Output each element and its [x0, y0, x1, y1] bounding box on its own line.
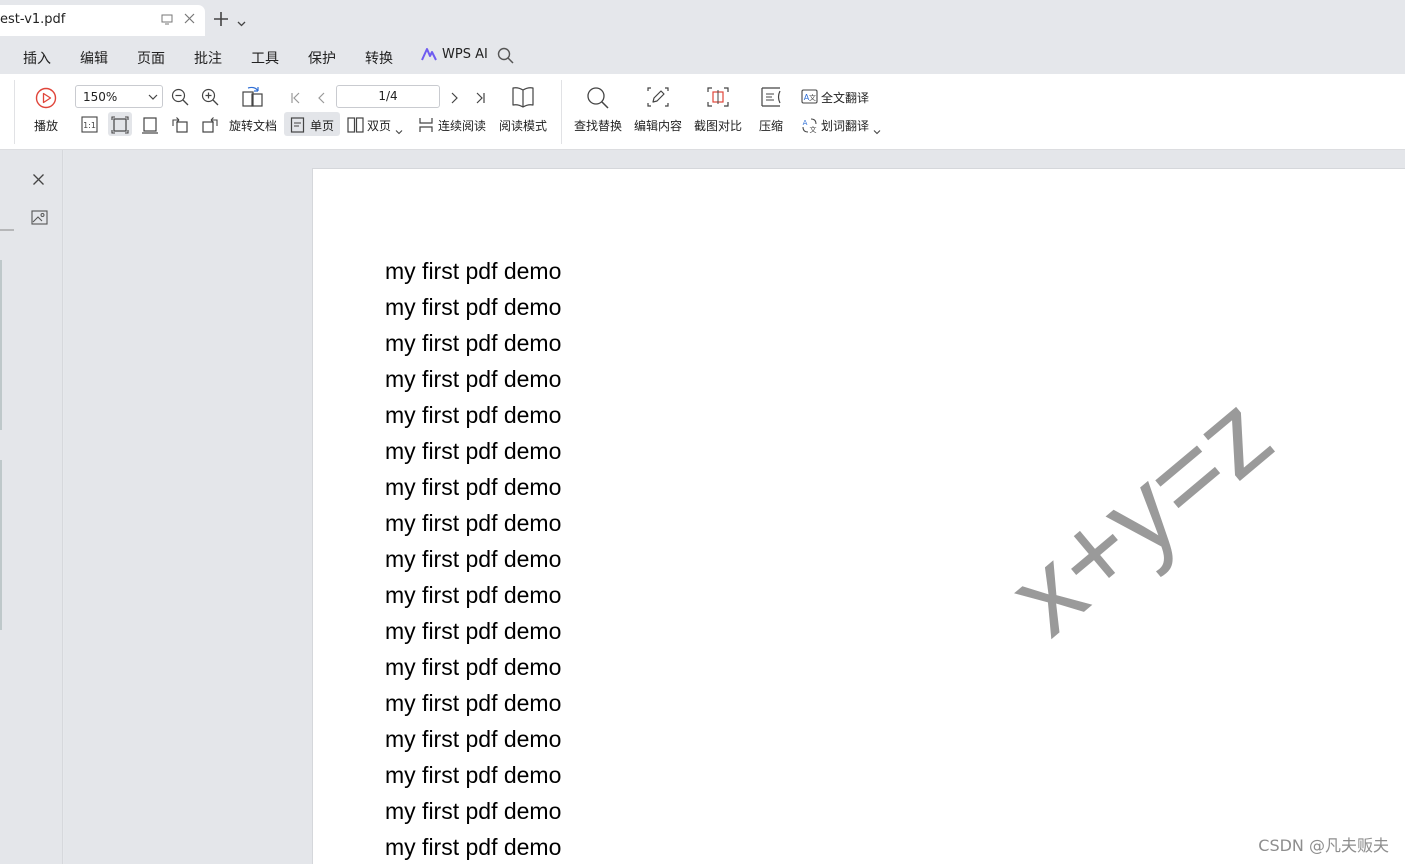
single-page-label[interactable]: 单页: [310, 117, 334, 134]
text-line: my first pdf demo: [385, 366, 562, 392]
text-line: my first pdf demo: [385, 798, 562, 824]
monitor-icon[interactable]: [160, 13, 174, 27]
text-line: my first pdf demo: [385, 474, 562, 500]
text-line: my first pdf demo: [385, 762, 562, 788]
menu-edit[interactable]: 编辑: [80, 48, 108, 68]
svg-text:文: 文: [810, 125, 817, 133]
double-page-icon[interactable]: [347, 117, 364, 137]
menu-insert[interactable]: 插入: [23, 48, 51, 68]
menu-tools[interactable]: 工具: [251, 48, 279, 68]
csdn-credit: CSDN @凡夫贩夫: [1258, 836, 1389, 855]
last-page-icon[interactable]: [473, 90, 487, 109]
continuous-reading-label[interactable]: 连续阅读: [438, 117, 486, 134]
wps-ai-button[interactable]: WPS AI: [421, 47, 488, 62]
single-page-icon[interactable]: [290, 117, 305, 137]
tab-bar: est-v1.pdf: [0, 0, 1405, 40]
text-line: my first pdf demo: [385, 402, 562, 428]
wps-ai-icon: [421, 48, 437, 61]
double-page-label[interactable]: 双页: [367, 117, 391, 134]
rotate-right-icon[interactable]: [201, 116, 219, 138]
text-line: my first pdf demo: [385, 582, 562, 608]
ribbon-separator: [14, 80, 15, 144]
text-line: my first pdf demo: [385, 654, 562, 680]
find-replace-icon[interactable]: [586, 86, 610, 114]
close-panel-icon[interactable]: [32, 171, 45, 190]
text-line: my first pdf demo: [385, 726, 562, 752]
first-page-icon[interactable]: [289, 90, 303, 109]
screenshot-compare-label[interactable]: 截图对比: [694, 117, 742, 134]
ribbon-separator: [561, 80, 562, 144]
zoom-value: 150%: [83, 90, 118, 104]
svg-text:1:1: 1:1: [83, 121, 96, 130]
thumbnail-strip-edge: [0, 460, 2, 634]
wps-ai-label: WPS AI: [442, 47, 488, 62]
menu-protect[interactable]: 保护: [308, 48, 336, 68]
new-tab-icon[interactable]: [213, 10, 229, 30]
find-replace-label[interactable]: 查找替换: [574, 117, 622, 134]
tab-title: est-v1.pdf: [0, 12, 66, 27]
edit-content-label[interactable]: 编辑内容: [634, 117, 682, 134]
ribbon-toolbar: 播放 150% 旋转文档 1:1 1/4 单页 双页 连续阅读 阅读模式 查找替…: [0, 74, 1405, 150]
text-line: my first pdf demo: [385, 258, 562, 284]
document-tab[interactable]: est-v1.pdf: [0, 5, 205, 36]
play-label[interactable]: 播放: [34, 117, 58, 134]
reading-mode-label[interactable]: 阅读模式: [499, 117, 547, 134]
text-line: my first pdf demo: [385, 690, 562, 716]
full-translate-icon[interactable]: A文: [801, 89, 818, 108]
text-line: my first pdf demo: [385, 438, 562, 464]
fit-page-icon[interactable]: [111, 116, 129, 138]
text-line: my first pdf demo: [385, 618, 562, 644]
zoom-out-icon[interactable]: [171, 88, 189, 110]
search-icon[interactable]: [497, 47, 514, 68]
menu-page[interactable]: 页面: [137, 48, 165, 68]
left-side-panel: [0, 150, 63, 864]
fit-width-icon[interactable]: [141, 116, 159, 138]
text-line: my first pdf demo: [385, 294, 562, 320]
menu-bar: 插入 编辑 页面 批注 工具 保护 转换 WPS AI: [0, 40, 1405, 74]
play-icon[interactable]: [35, 87, 57, 113]
zoom-in-icon[interactable]: [201, 88, 219, 110]
rotate-left-icon[interactable]: [171, 116, 189, 138]
page-text: my first pdf demo my first pdf demo my f…: [385, 253, 561, 864]
text-line: my first pdf demo: [385, 834, 562, 860]
page-number-input[interactable]: 1/4: [336, 85, 440, 108]
svg-text:文: 文: [809, 93, 816, 102]
chevron-down-icon[interactable]: [873, 121, 881, 140]
text-line: my first pdf demo: [385, 330, 562, 356]
chevron-down-icon[interactable]: [395, 121, 403, 140]
chevron-down-icon[interactable]: [237, 13, 246, 32]
rotate-document-icon[interactable]: [241, 86, 265, 112]
menu-convert[interactable]: 转换: [365, 48, 393, 68]
chevron-down-icon: [148, 94, 158, 100]
compress-label[interactable]: 压缩: [759, 117, 783, 134]
zoom-select[interactable]: 150%: [75, 85, 163, 108]
previous-page-icon[interactable]: [315, 90, 329, 109]
actual-size-icon[interactable]: 1:1: [81, 116, 98, 137]
compress-icon[interactable]: [759, 86, 783, 112]
rotate-document-label[interactable]: 旋转文档: [229, 117, 277, 134]
next-page-icon[interactable]: [447, 90, 461, 109]
text-line: my first pdf demo: [385, 510, 562, 536]
full-translate-label[interactable]: 全文翻译: [821, 89, 869, 106]
image-icon[interactable]: [31, 210, 48, 229]
panel-divider: [0, 216, 14, 235]
continuous-reading-icon[interactable]: [418, 117, 434, 137]
word-translate-label[interactable]: 划词翻译: [821, 117, 869, 134]
menu-annotate[interactable]: 批注: [194, 48, 222, 68]
text-line: my first pdf demo: [385, 546, 562, 572]
reading-mode-icon[interactable]: [511, 86, 535, 112]
screenshot-compare-icon[interactable]: [706, 86, 730, 112]
thumbnail-strip-edge: [0, 260, 2, 434]
word-translate-icon[interactable]: A文: [801, 117, 818, 137]
svg-text:A: A: [803, 119, 808, 127]
close-tab-icon[interactable]: [182, 13, 196, 27]
pdf-page: my first pdf demo my first pdf demo my f…: [312, 168, 1405, 864]
edit-content-icon[interactable]: [646, 86, 670, 112]
